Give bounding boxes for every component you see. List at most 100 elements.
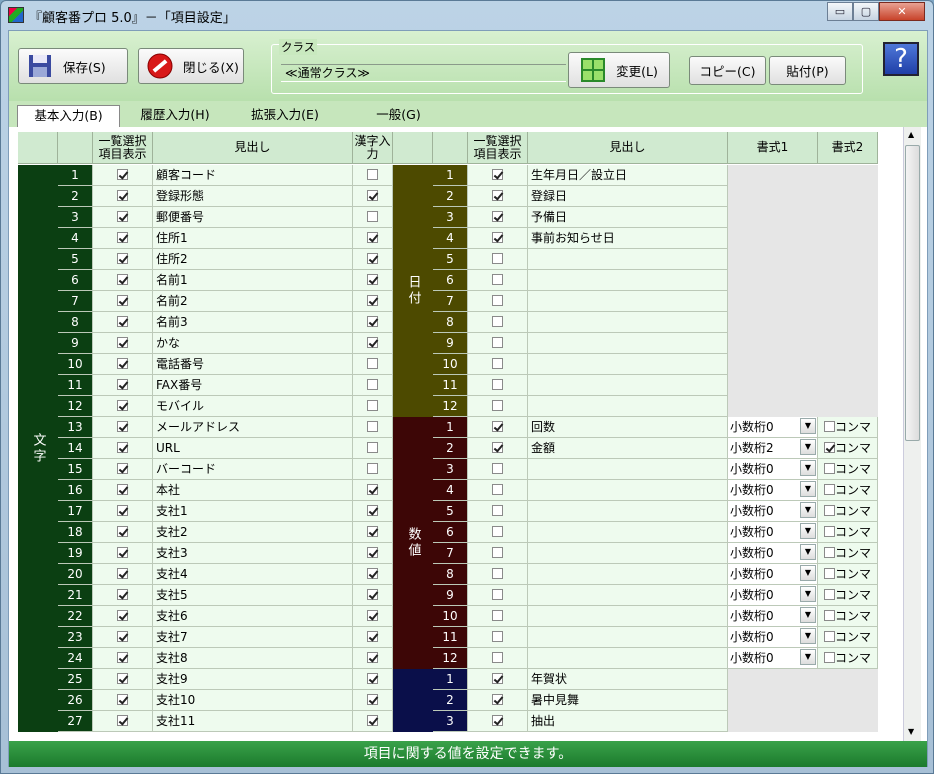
kanji-checkbox[interactable] bbox=[367, 463, 378, 474]
close-button[interactable]: 閉じる(X) bbox=[138, 48, 244, 84]
heading-cell[interactable]: 事前お知らせ日 bbox=[528, 228, 728, 249]
heading-cell[interactable]: 郵便番号 bbox=[153, 207, 353, 228]
heading-cell[interactable]: バーコード bbox=[153, 459, 353, 480]
list-display-checkbox[interactable] bbox=[492, 232, 503, 243]
list-display-checkbox[interactable] bbox=[117, 169, 128, 180]
list-display-checkbox[interactable] bbox=[117, 484, 128, 495]
heading-cell[interactable] bbox=[528, 501, 728, 522]
comma-checkbox[interactable] bbox=[824, 484, 835, 495]
vertical-scrollbar[interactable]: ▲ ▼ bbox=[903, 127, 921, 741]
heading-cell[interactable] bbox=[528, 606, 728, 627]
list-display-checkbox[interactable] bbox=[117, 421, 128, 432]
list-display-checkbox[interactable] bbox=[492, 505, 503, 516]
kanji-checkbox[interactable] bbox=[367, 484, 378, 495]
list-display-checkbox[interactable] bbox=[117, 295, 128, 306]
tab-history[interactable]: 履歴入力(H) bbox=[121, 105, 229, 127]
scroll-down-icon[interactable]: ▼ bbox=[908, 727, 914, 736]
list-display-checkbox[interactable] bbox=[492, 274, 503, 285]
comma-checkbox[interactable] bbox=[824, 610, 835, 621]
close-window-button[interactable]: ✕ bbox=[879, 2, 925, 21]
kanji-checkbox[interactable] bbox=[367, 715, 378, 726]
list-display-checkbox[interactable] bbox=[117, 568, 128, 579]
kanji-checkbox[interactable] bbox=[367, 232, 378, 243]
list-display-checkbox[interactable] bbox=[117, 400, 128, 411]
chevron-down-icon[interactable]: ▼ bbox=[800, 649, 816, 665]
list-display-checkbox[interactable] bbox=[492, 421, 503, 432]
comma-checkbox[interactable] bbox=[824, 442, 835, 453]
heading-cell[interactable]: 名前1 bbox=[153, 270, 353, 291]
chevron-down-icon[interactable]: ▼ bbox=[800, 481, 816, 497]
heading-cell[interactable] bbox=[528, 375, 728, 396]
heading-cell[interactable] bbox=[528, 480, 728, 501]
format1-select[interactable]: 小数桁0 ▼ bbox=[728, 522, 818, 543]
copy-button[interactable]: コピー(C) bbox=[689, 56, 766, 85]
comma-checkbox[interactable] bbox=[824, 652, 835, 663]
list-display-checkbox[interactable] bbox=[492, 652, 503, 663]
list-display-checkbox[interactable] bbox=[117, 652, 128, 663]
heading-cell[interactable]: 回数 bbox=[528, 417, 728, 438]
heading-cell[interactable]: 住所1 bbox=[153, 228, 353, 249]
heading-cell[interactable]: 暑中見舞 bbox=[528, 690, 728, 711]
list-display-checkbox[interactable] bbox=[492, 253, 503, 264]
heading-cell[interactable]: 支社10 bbox=[153, 690, 353, 711]
format1-select[interactable]: 小数桁0 ▼ bbox=[728, 459, 818, 480]
tab-basic[interactable]: 基本入力(B) bbox=[17, 105, 120, 127]
format1-select[interactable]: 小数桁0 ▼ bbox=[728, 564, 818, 585]
format1-select[interactable]: 小数桁2 ▼ bbox=[728, 438, 818, 459]
heading-cell[interactable] bbox=[528, 564, 728, 585]
kanji-checkbox[interactable] bbox=[367, 547, 378, 558]
list-display-checkbox[interactable] bbox=[492, 610, 503, 621]
chevron-down-icon[interactable]: ▼ bbox=[800, 502, 816, 518]
chevron-down-icon[interactable]: ▼ bbox=[800, 418, 816, 434]
kanji-checkbox[interactable] bbox=[367, 337, 378, 348]
heading-cell[interactable]: 支社9 bbox=[153, 669, 353, 690]
heading-cell[interactable] bbox=[528, 648, 728, 669]
kanji-checkbox[interactable] bbox=[367, 631, 378, 642]
save-button[interactable]: 保存(S) bbox=[18, 48, 128, 84]
kanji-checkbox[interactable] bbox=[367, 673, 378, 684]
list-display-checkbox[interactable] bbox=[492, 442, 503, 453]
list-display-checkbox[interactable] bbox=[117, 505, 128, 516]
heading-cell[interactable]: 支社11 bbox=[153, 711, 353, 732]
list-display-checkbox[interactable] bbox=[492, 547, 503, 558]
list-display-checkbox[interactable] bbox=[492, 484, 503, 495]
heading-cell[interactable] bbox=[528, 522, 728, 543]
comma-checkbox[interactable] bbox=[824, 463, 835, 474]
heading-cell[interactable]: 生年月日／設立日 bbox=[528, 165, 728, 186]
heading-cell[interactable]: FAX番号 bbox=[153, 375, 353, 396]
kanji-checkbox[interactable] bbox=[367, 442, 378, 453]
list-display-checkbox[interactable] bbox=[117, 631, 128, 642]
minimize-button[interactable]: ▭ bbox=[827, 2, 853, 21]
heading-cell[interactable]: モバイル bbox=[153, 396, 353, 417]
heading-cell[interactable] bbox=[528, 459, 728, 480]
heading-cell[interactable] bbox=[528, 627, 728, 648]
tab-general[interactable]: 一般(G) bbox=[341, 105, 456, 127]
heading-cell[interactable]: 住所2 bbox=[153, 249, 353, 270]
heading-cell[interactable]: 支社2 bbox=[153, 522, 353, 543]
paste-button[interactable]: 貼付(P) bbox=[769, 56, 846, 85]
format1-select[interactable]: 小数桁0 ▼ bbox=[728, 627, 818, 648]
list-display-checkbox[interactable] bbox=[492, 358, 503, 369]
heading-cell[interactable] bbox=[528, 270, 728, 291]
heading-cell[interactable] bbox=[528, 543, 728, 564]
kanji-checkbox[interactable] bbox=[367, 505, 378, 516]
list-display-checkbox[interactable] bbox=[117, 547, 128, 558]
heading-cell[interactable] bbox=[528, 333, 728, 354]
kanji-checkbox[interactable] bbox=[367, 421, 378, 432]
heading-cell[interactable]: URL bbox=[153, 438, 353, 459]
kanji-checkbox[interactable] bbox=[367, 652, 378, 663]
scroll-thumb[interactable] bbox=[905, 145, 920, 441]
chevron-down-icon[interactable]: ▼ bbox=[800, 586, 816, 602]
kanji-checkbox[interactable] bbox=[367, 379, 378, 390]
kanji-checkbox[interactable] bbox=[367, 568, 378, 579]
comma-checkbox[interactable] bbox=[824, 421, 835, 432]
kanji-checkbox[interactable] bbox=[367, 526, 378, 537]
heading-cell[interactable]: 年賀状 bbox=[528, 669, 728, 690]
heading-cell[interactable] bbox=[528, 585, 728, 606]
kanji-checkbox[interactable] bbox=[367, 295, 378, 306]
format1-select[interactable]: 小数桁0 ▼ bbox=[728, 606, 818, 627]
heading-cell[interactable] bbox=[528, 396, 728, 417]
list-display-checkbox[interactable] bbox=[117, 610, 128, 621]
maximize-button[interactable]: ▢ bbox=[853, 2, 879, 21]
list-display-checkbox[interactable] bbox=[117, 715, 128, 726]
